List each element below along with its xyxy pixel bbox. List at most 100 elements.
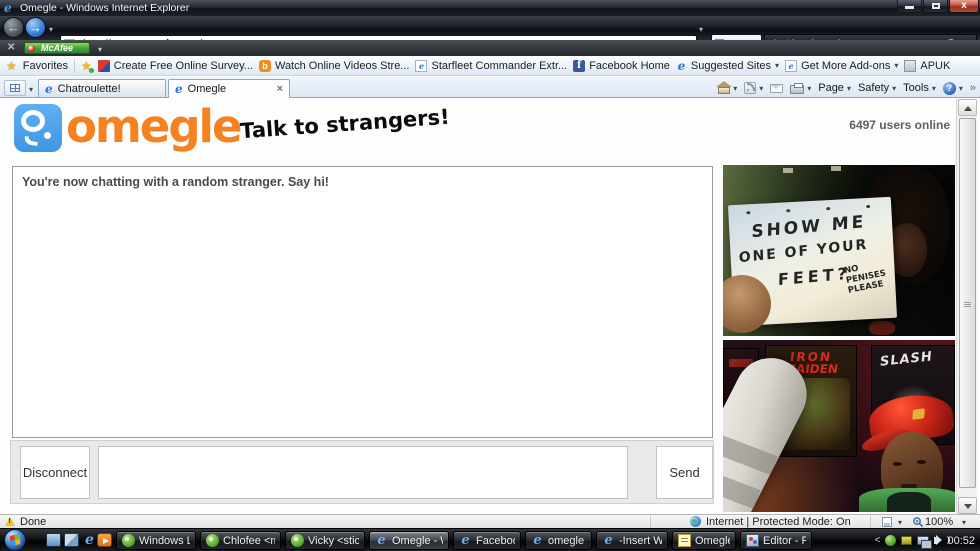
dropdown-icon[interactable]: ▾ [962, 518, 966, 527]
chat-controls: Disconnect Send [10, 440, 714, 504]
taskbar-button[interactable]: Editor - Pho... [740, 531, 812, 550]
green-shirt [859, 488, 955, 512]
tray-expand-icon[interactable]: < [875, 535, 881, 546]
history-dropdown-icon[interactable]: ▾ [49, 25, 53, 34]
taskbar-button[interactable]: Omegle [672, 531, 736, 550]
zoom-level[interactable]: 100% [925, 515, 953, 529]
vertical-scrollbar[interactable] [956, 99, 977, 515]
show-desktop-icon[interactable] [46, 533, 61, 547]
media-player-icon[interactable] [97, 533, 112, 547]
dropdown-icon[interactable]: ▾ [807, 84, 811, 93]
notepad-icon [678, 534, 691, 547]
dropdown-icon: ▾ [894, 61, 898, 70]
tab-chatroulette[interactable]: e Chatroulette! [38, 79, 166, 98]
message-input[interactable] [98, 446, 628, 499]
scroll-down-button[interactable] [958, 497, 977, 514]
zoom-magnifier-icon[interactable] [912, 516, 924, 528]
taskbar-button[interactable]: Chlofee <m... [200, 531, 281, 550]
help-icon[interactable]: ? [943, 82, 956, 95]
favorite-item[interactable]: eStarfleet Commander Extr... [415, 60, 567, 72]
add-favorite-icon[interactable]: ★ [81, 59, 92, 73]
separator [74, 59, 75, 73]
restore-button[interactable] [923, 0, 948, 13]
taskbar-button[interactable]: eomegle blo... [525, 531, 592, 550]
print-icon[interactable] [790, 85, 804, 94]
scrollbar-thumb[interactable] [959, 118, 976, 488]
users-online-count: 6497 users online [849, 118, 950, 132]
facebook-icon: f [573, 60, 585, 72]
overflow-chevron-icon[interactable]: » [970, 82, 976, 94]
tab-omegle[interactable]: e Omegle × [168, 79, 290, 99]
get-addons-button[interactable]: eGet More Add-ons▾ [785, 60, 898, 72]
close-icon: x [950, 0, 978, 12]
start-button[interactable] [4, 529, 26, 551]
favorite-item[interactable]: Create Free Online Survey... [98, 60, 253, 72]
disconnect-button[interactable]: Disconnect [20, 446, 90, 499]
favorite-item[interactable]: bWatch Online Videos Stre... [259, 60, 410, 72]
send-button[interactable]: Send [656, 446, 713, 499]
dropdown-icon[interactable]: ▾ [959, 84, 963, 93]
stranger-webcam-video: SHOW ME ONE OF YOUR FEET? NO PENISES PLE… [723, 165, 955, 336]
tab-list-dropdown-icon[interactable]: ▾ [29, 85, 33, 94]
favorite-item[interactable]: APUK [904, 60, 950, 72]
change-zoom-icon[interactable] [882, 517, 892, 527]
page-warning-icon[interactable] [5, 517, 15, 526]
close-button[interactable]: x [949, 0, 979, 13]
taskbar-button-active[interactable]: eOmegle - W... [369, 531, 449, 550]
messenger-icon [206, 534, 219, 547]
dropdown-icon[interactable]: ▾ [898, 518, 902, 527]
battery-tray-icon[interactable] [901, 536, 912, 545]
ie-favicon: e [175, 82, 183, 96]
forward-button[interactable]: → [25, 17, 46, 38]
network-tray-icon[interactable] [917, 536, 929, 545]
favorites-button[interactable]: Favorites [23, 60, 68, 72]
tab-label: Chatroulette! [58, 83, 121, 95]
volume-tray-icon[interactable] [934, 537, 938, 544]
mcafee-button[interactable]: McAfee [24, 42, 90, 54]
apuk-icon [904, 60, 916, 72]
scroll-up-button[interactable] [958, 99, 977, 116]
dropdown-icon[interactable]: ▾ [759, 84, 763, 93]
wall-tape [783, 168, 793, 173]
image-editor-icon [746, 534, 759, 547]
switch-windows-icon[interactable] [64, 533, 79, 547]
dropdown-icon[interactable]: ▾ [733, 84, 737, 93]
minimize-button[interactable] [897, 0, 922, 13]
dropdown-icon: ▾ [847, 84, 851, 93]
mcafee-toolbar: ✕ McAfee ▾ [0, 40, 980, 56]
window-controls: x [896, 0, 979, 13]
mcafee-dropdown-icon[interactable]: ▾ [98, 45, 102, 54]
minimize-icon [905, 6, 914, 9]
omegle-logo-icon [14, 104, 62, 152]
back-button[interactable]: ← [3, 17, 24, 38]
taskbar-clock[interactable]: 00:52 [947, 535, 975, 547]
tools-menu[interactable]: Tools [903, 82, 929, 94]
taskbar-button[interactable]: e-Insert Witty... [596, 531, 668, 550]
taskbar-button[interactable]: eFacebook - ... [453, 531, 521, 550]
ie-page-icon: e [415, 60, 427, 72]
mcafee-label: McAfee [41, 43, 73, 53]
toolbar-close-icon[interactable]: ✕ [7, 42, 15, 53]
messenger-tray-icon[interactable] [885, 535, 896, 546]
tab-close-icon[interactable]: × [277, 83, 283, 95]
status-text: Done [20, 515, 46, 529]
suggested-sites-button[interactable]: eSuggested Sites▾ [676, 60, 779, 72]
ie-icon: e [531, 534, 544, 547]
ie-icon: e [375, 534, 388, 547]
favorite-item[interactable]: fFacebook Home [573, 60, 670, 72]
quick-tabs-button[interactable] [4, 80, 26, 96]
ie-quicklaunch-icon[interactable]: e [82, 533, 97, 547]
home-icon[interactable] [718, 87, 730, 94]
safety-menu[interactable]: Safety [858, 82, 889, 94]
rss-feed-icon[interactable] [744, 82, 756, 94]
address-dropdown-icon[interactable]: ▾ [699, 25, 703, 34]
taskbar-button[interactable]: Windows Li... [116, 531, 196, 550]
dropdown-icon: ▾ [775, 61, 779, 70]
chat-log[interactable]: You're now chatting with a random strang… [12, 166, 713, 438]
favorites-star-icon: ★ [6, 59, 17, 73]
page-menu[interactable]: Page [818, 82, 844, 94]
command-bar: ▾ ▾ ▾ Page▾ Safety▾ Tools▾ ?▾ » [718, 79, 976, 97]
wall-tape [831, 166, 841, 171]
read-mail-icon[interactable] [770, 84, 783, 93]
taskbar-button[interactable]: Vicky <stick... [285, 531, 365, 550]
